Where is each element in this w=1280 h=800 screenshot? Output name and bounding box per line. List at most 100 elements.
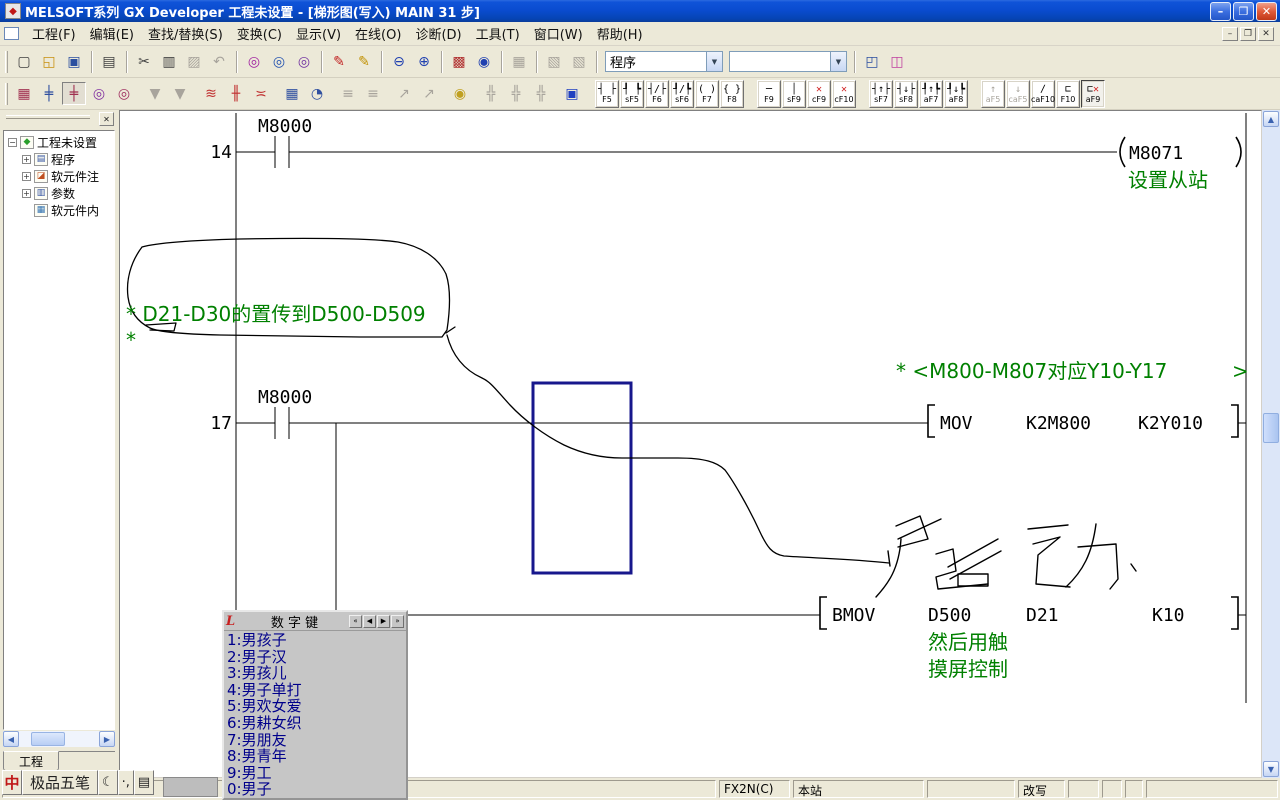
ime-punctuation-button[interactable]: ·, (118, 770, 134, 795)
ime-candidate-7[interactable]: 7:男朋友 (227, 732, 406, 749)
ladder-key-sF7[interactable]: ┤↑├sF7 (869, 80, 893, 108)
parameter-list-button[interactable]: ▦ (12, 82, 36, 105)
ladder-key-caF10[interactable]: ∕caF10 (1031, 80, 1055, 108)
program-structure-button[interactable]: ◫ (885, 50, 909, 73)
ladder-key-sF5[interactable]: ┦ ┡sF5 (620, 80, 644, 108)
scroll-up-icon[interactable]: ▲ (1263, 111, 1279, 127)
mov-source[interactable]: K2M800 (1026, 413, 1091, 434)
menu-item-window[interactable]: 窗口(W) (527, 21, 590, 46)
print-button[interactable]: ▤ (97, 50, 121, 73)
tree-hscrollbar[interactable]: ◀ ▶ (3, 731, 115, 747)
ime-candidate-5[interactable]: 5:男欢女爱 (227, 698, 406, 715)
zoom-in-button[interactable]: ⊕ (412, 50, 436, 73)
device-dropdown[interactable]: ▼ (729, 51, 847, 72)
ladder-monitor-button[interactable]: ▣ (560, 82, 584, 105)
ladder-key-aF7[interactable]: ┦↑┡aF7 (919, 80, 943, 108)
screen-switch-button[interactable]: ▩ (447, 50, 471, 73)
ime-language-button[interactable]: 中 (2, 770, 22, 795)
tab-project[interactable]: 工程 (3, 751, 59, 771)
bmov-source[interactable]: D500 (928, 605, 971, 626)
ime-candidate-8[interactable]: 8:男青年 (227, 748, 406, 765)
bmov-opcode[interactable]: BMOV (832, 605, 876, 626)
insert-edit-button[interactable]: ✎ (327, 50, 351, 73)
menu-item-edit[interactable]: 编辑(E) (83, 21, 141, 46)
ladder-key-sF6[interactable]: ┦/┡sF6 (670, 80, 694, 108)
menu-item-online[interactable]: 在线(O) (348, 21, 408, 46)
coil-label-m8071[interactable]: M8071 (1129, 143, 1183, 164)
device-batch-button[interactable]: ▦ (280, 82, 304, 105)
insert-row-button[interactable]: ≋ (199, 82, 223, 105)
find-device-button[interactable]: ◎ (242, 50, 266, 73)
ladder-key-F8[interactable]: { }F8 (720, 80, 744, 108)
menu-item-project[interactable]: 工程(F) (25, 21, 83, 46)
vertical-scrollbar[interactable]: ▲ ▼ (1262, 110, 1280, 778)
ladder-key-F7[interactable]: ( )F7 (695, 80, 719, 108)
hscroll-thumb[interactable] (31, 732, 65, 746)
panel-close-button[interactable]: ✕ (99, 112, 114, 126)
ime-nav-prev-button[interactable]: ◀ (363, 615, 376, 628)
ladder-key-sF8[interactable]: ┤↓├sF8 (894, 80, 918, 108)
scroll-left-icon[interactable]: ◀ (3, 731, 19, 747)
chevron-down-icon[interactable]: ▼ (706, 52, 722, 71)
toolbar-handle[interactable] (5, 51, 8, 73)
mov-dest[interactable]: K2Y010 (1138, 413, 1203, 434)
contact-label-m8000-r17[interactable]: M8000 (258, 387, 312, 408)
mdi-restore-button[interactable]: ❐ (1240, 27, 1256, 41)
selection-rectangle[interactable] (533, 383, 631, 573)
mov-opcode[interactable]: MOV (940, 413, 973, 434)
ime-candidate-6[interactable]: 6:男耕女织 (227, 715, 406, 732)
ladder-key-aF8[interactable]: ┦↓┡aF8 (944, 80, 968, 108)
ladder-key-F6[interactable]: ┤/├F6 (645, 80, 669, 108)
open-button[interactable]: ◱ (37, 50, 61, 73)
mdi-minimize-button[interactable]: – (1222, 27, 1238, 41)
scroll-right-icon[interactable]: ▶ (99, 731, 115, 747)
project-find-button[interactable]: ◉ (472, 50, 496, 73)
menu-item-help[interactable]: 帮助(H) (590, 21, 650, 46)
ime-fullwidth-button[interactable]: ☾ (98, 770, 118, 795)
ladder-key-aF9[interactable]: ⊏✕aF9 (1081, 80, 1105, 108)
find-instruction-button[interactable]: ◎ (292, 50, 316, 73)
expand-icon[interactable]: + (22, 189, 31, 198)
collapse-icon[interactable]: − (8, 138, 17, 147)
menu-item-convert[interactable]: 变换(C) (230, 21, 289, 46)
ime-candidate-10[interactable]: 0:男子 (227, 781, 406, 798)
close-button[interactable]: ✕ (1256, 2, 1277, 21)
ime-candidate-2[interactable]: 2:男子汉 (227, 649, 406, 666)
find-contact-coil-button[interactable]: ◎ (267, 50, 291, 73)
ime-candidate-titlebar[interactable]: L 数 字 键 «◀▶» (224, 612, 406, 631)
ladder-key-sF9[interactable]: │sF9 (782, 80, 806, 108)
ime-nav-first-button[interactable]: « (349, 615, 362, 628)
ladder-key-F10[interactable]: ⊏F10 (1056, 80, 1080, 108)
ime-candidate-9[interactable]: 9:男工 (227, 765, 406, 782)
ladder-key-cF9[interactable]: ✕cF9 (807, 80, 831, 108)
tree-item-device-comment[interactable]: +◪软元件注 (4, 168, 114, 185)
scroll-down-icon[interactable]: ▼ (1263, 761, 1279, 777)
ime-nav-next-button[interactable]: ▶ (377, 615, 390, 628)
ime-candidate-1[interactable]: 1:男孩子 (227, 632, 406, 649)
toolbar-handle[interactable] (5, 83, 8, 105)
mdi-close-button[interactable]: ✕ (1258, 27, 1274, 41)
panel-gripper[interactable] (6, 115, 90, 119)
bmov-dest[interactable]: D21 (1026, 605, 1059, 626)
clock-monitor-button[interactable]: ◔ (305, 82, 329, 105)
program-check-button[interactable]: ◰ (860, 50, 884, 73)
insert-column-button[interactable]: ╫ (224, 82, 248, 105)
save-button[interactable]: ▣ (62, 50, 86, 73)
bmov-count[interactable]: K10 (1152, 605, 1185, 626)
ime-candidate-4[interactable]: 4:男子单打 (227, 682, 406, 699)
copy-button[interactable]: ▥ (157, 50, 181, 73)
ime-softkeyboard-button[interactable]: ▤ (134, 770, 154, 795)
find-comment-button[interactable]: ◉ (448, 82, 472, 105)
ime-candidate-3[interactable]: 3:男孩儿 (227, 665, 406, 682)
new-button[interactable]: ▢ (12, 50, 36, 73)
program-dropdown[interactable]: 程序▼ (605, 51, 723, 72)
vscroll-thumb[interactable] (1263, 413, 1279, 443)
expand-icon[interactable]: + (22, 172, 31, 181)
menu-item-tools[interactable]: 工具(T) (469, 21, 527, 46)
write-edit-button[interactable]: ✎ (352, 50, 376, 73)
menu-item-find-replace[interactable]: 查找/替换(S) (141, 21, 230, 46)
menu-item-diagnostics[interactable]: 诊断(D) (408, 21, 468, 46)
tree-item-parameter[interactable]: +▥参数 (4, 185, 114, 202)
expand-icon[interactable]: + (22, 155, 31, 164)
restore-button[interactable]: ❐ (1233, 2, 1254, 21)
